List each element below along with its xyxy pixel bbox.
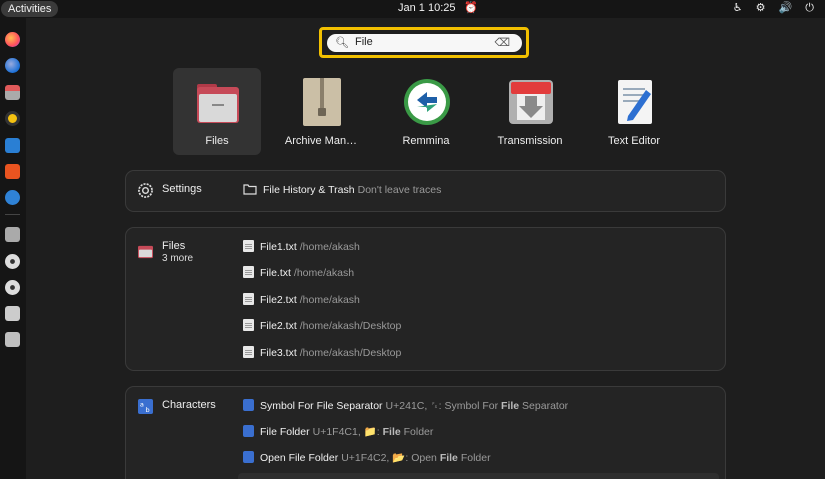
characters-icon (243, 425, 254, 437)
files-results-card: Files 3 more File1.txt/home/akash File.t… (125, 227, 726, 371)
file-result-row[interactable]: File1.txt/home/akash (243, 240, 360, 253)
provider-name: Characters (162, 399, 216, 411)
file-name: File3.txt (260, 347, 297, 359)
dock-separator (5, 214, 20, 215)
app-text-editor[interactable]: Text Editor (590, 68, 678, 155)
file-path: /home/akash/Desktop (299, 320, 402, 332)
result-description: Don't leave traces (357, 184, 442, 196)
alarm-clock-icon: ⏰ (464, 2, 478, 14)
app-transmission[interactable]: Transmission (486, 68, 574, 155)
characters-icon: a b (138, 399, 153, 414)
gear-icon (138, 183, 153, 198)
file-path: /home/akash (293, 267, 355, 279)
file-result-row[interactable]: File2.txt/home/akash (243, 293, 360, 306)
app-label: Remmina (402, 135, 450, 147)
floppy-icon[interactable] (5, 306, 20, 321)
app-remmina[interactable]: Remmina (382, 68, 470, 155)
character-result-row[interactable]: Symbol For File Separator U+241C, ␜: Symb… (243, 399, 568, 413)
rhythmbox-icon[interactable] (5, 111, 20, 126)
file-path: /home/akash (299, 241, 360, 253)
text-editor-icon (614, 78, 656, 126)
app-label: Files (205, 135, 229, 147)
result-title: File History & Trash (263, 184, 355, 196)
help-icon[interactable] (5, 190, 20, 205)
app-files[interactable]: Files (173, 68, 261, 155)
character-result-row[interactable]: Open File Folder U+1F4C2, 📂: Open File Fo… (243, 451, 491, 464)
app-label: Archive Man… (284, 135, 358, 147)
file-name: File2.txt (260, 320, 297, 332)
remmina-icon (404, 78, 450, 126)
provider-name: Settings (162, 183, 202, 195)
document-icon (243, 319, 254, 331)
svg-text:b: b (146, 406, 150, 414)
files-icon (138, 245, 153, 259)
thunderbird-icon[interactable] (5, 58, 20, 73)
app-label: Transmission (497, 135, 563, 147)
clear-icon[interactable]: ⌫ (494, 36, 510, 49)
search-highlight: 🔍︎ ⌫ (319, 27, 529, 58)
character-name: Open File Folder (260, 452, 339, 464)
character-result-row[interactable]: File Folder U+1F4C1, 📁: File Folder (243, 425, 433, 438)
disc-icon[interactable] (5, 280, 20, 295)
file-path: /home/akash/Desktop (299, 347, 402, 359)
svg-text:a: a (140, 401, 144, 409)
characters-results-card: a b Characters Symbol For File Separator… (125, 386, 726, 479)
trash-icon[interactable] (5, 332, 20, 347)
files-dock-icon[interactable] (5, 85, 20, 100)
top-bar: Activities Jan 1 10:25 ⏰ ♿ ⚙ 🔊 ⏻ (0, 0, 825, 18)
file-name: File2.txt (260, 294, 297, 306)
file-result-row[interactable]: File3.txt/home/akash/Desktop (243, 346, 401, 359)
next-result-row-partial[interactable] (238, 473, 719, 479)
file-result-row[interactable]: File.txt/home/akash (243, 266, 354, 279)
characters-icon (243, 451, 254, 463)
drive-icon[interactable] (5, 227, 20, 242)
file-path: /home/akash (299, 294, 360, 306)
document-icon (243, 293, 254, 305)
provider-name: Files (162, 240, 186, 252)
firefox-icon[interactable] (5, 32, 20, 47)
file-name: File1.txt (260, 241, 297, 253)
app-archive-manager[interactable]: Archive Man… (277, 68, 365, 155)
software-center-icon[interactable] (5, 164, 20, 179)
result-item[interactable]: File History & Trash Don't leave traces (243, 183, 441, 196)
activities-button[interactable]: Activities (1, 1, 59, 17)
dock (0, 18, 26, 479)
search-input[interactable] (355, 36, 485, 48)
document-icon (243, 240, 254, 252)
search-icon: 🔍︎ (335, 37, 349, 49)
character-code: U+1F4C2, 📂: Open File Folder (341, 452, 491, 464)
more-results-count: 3 more (162, 253, 194, 264)
system-tray[interactable]: ♿ ⚙ 🔊 ⏻ (733, 1, 819, 15)
character-name: File Folder (260, 426, 310, 438)
disc-icon[interactable] (5, 254, 20, 269)
character-code: U+241C, ␜: Symbol For File Separator (385, 400, 569, 412)
settings-results-card: Settings File History & Trash Don't leave… (125, 170, 726, 212)
folder-icon (243, 184, 257, 195)
characters-icon (243, 399, 254, 411)
archive-icon (301, 78, 343, 126)
search-bar[interactable]: 🔍︎ ⌫ (327, 34, 522, 52)
document-icon (243, 346, 254, 358)
file-result-row[interactable]: File2.txt/home/akash/Desktop (243, 319, 401, 332)
file-name: File.txt (260, 267, 291, 279)
clock[interactable]: Jan 1 10:25 (398, 2, 456, 14)
libreoffice-writer-icon[interactable] (5, 138, 20, 153)
character-code: U+1F4C1, 📁: File Folder (312, 426, 434, 438)
character-name: Symbol For File Separator (260, 400, 383, 412)
document-icon (243, 266, 254, 278)
app-label: Text Editor (608, 135, 660, 147)
files-icon (197, 78, 239, 126)
transmission-icon (509, 78, 553, 126)
